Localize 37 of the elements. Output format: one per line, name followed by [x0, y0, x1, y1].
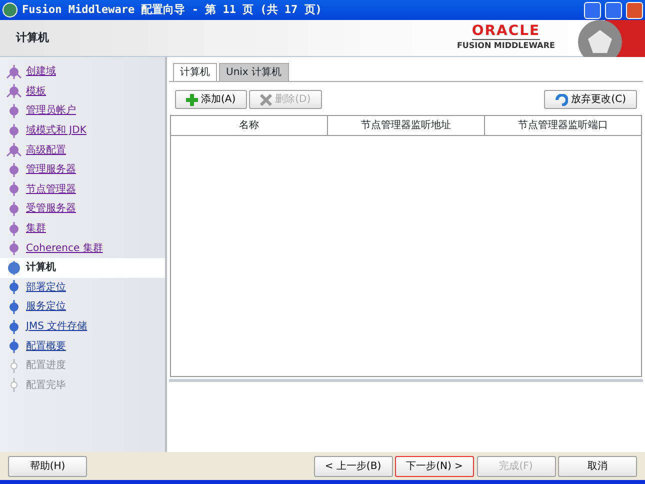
- step-link[interactable]: 模板: [26, 84, 46, 99]
- step-link[interactable]: 创建域: [26, 64, 56, 80]
- column-header: 节点管理器监听端口: [517, 118, 609, 133]
- logo-product: FUSION MIDDLEWARE: [456, 40, 555, 52]
- tab[interactable]: Unix 计算机: [219, 63, 289, 81]
- step-link[interactable]: 服务定位: [26, 299, 66, 314]
- maximize-button[interactable]: [605, 2, 622, 18]
- step-link[interactable]: JMS 文件存储: [26, 319, 88, 334]
- step-link[interactable]: 配置概要: [26, 338, 66, 354]
- step-link[interactable]: 高级配置: [26, 142, 66, 158]
- wizard-button[interactable]: < 上一步(B): [314, 456, 392, 476]
- tab[interactable]: 计算机: [173, 63, 217, 81]
- logo-brand: ORACLE: [472, 24, 540, 40]
- step-link[interactable]: 受管服务器: [26, 201, 76, 216]
- undo-icon: [555, 94, 568, 106]
- discard-changes-button[interactable]: 放弃更改(C): [544, 90, 637, 109]
- help-button[interactable]: 帮助(H): [8, 456, 87, 476]
- step-link[interactable]: 管理员帐户: [26, 103, 76, 118]
- step-link[interactable]: 节点管理器: [26, 182, 76, 197]
- minimize-button[interactable]: [584, 2, 601, 18]
- step-link[interactable]: 部署定位: [26, 280, 66, 295]
- step-link[interactable]: 集群: [26, 221, 46, 236]
- step-link[interactable]: 管理服务器: [26, 162, 76, 178]
- page-title: 计算机: [16, 30, 50, 46]
- cross-icon: [260, 94, 272, 106]
- column-header: 节点管理器监听地址: [328, 116, 485, 135]
- step-link[interactable]: Coherence 集群: [26, 240, 103, 256]
- wizard-button[interactable]: 下一步(N) >: [395, 456, 474, 476]
- plus-icon: [186, 94, 198, 106]
- app-icon: [2, 2, 18, 18]
- add-button[interactable]: 添加(A): [175, 90, 247, 109]
- window-title: Fusion Middleware 配置向导 - 第 11 页 (共 17 页): [22, 2, 322, 18]
- wizard-button[interactable]: 取消: [558, 456, 637, 476]
- close-button[interactable]: [626, 2, 643, 18]
- step-link[interactable]: 计算机: [26, 260, 56, 276]
- column-header: 名称: [171, 116, 328, 135]
- step-link[interactable]: 域模式和 JDK: [26, 123, 86, 138]
